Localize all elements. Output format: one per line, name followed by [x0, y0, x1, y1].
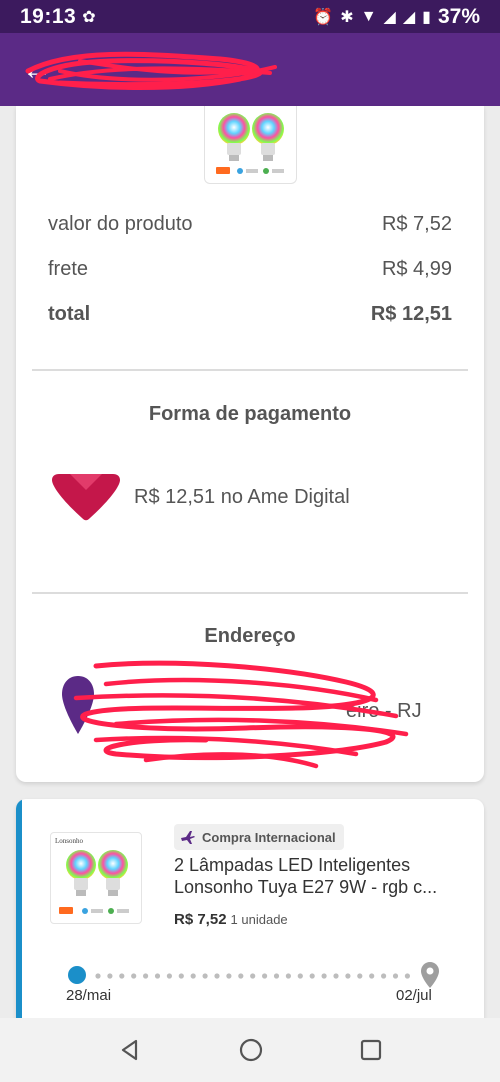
tag-label: Compra Internacional — [202, 829, 336, 845]
order-item-card[interactable]: Lonsonho Compra Internacional 2 Lâmpadas… — [16, 799, 484, 1029]
timeline-dot — [202, 973, 208, 979]
status-bar: 19:13 ✿ ⏰ ✱ ▼ ◢ ◢ ▮ 37% — [0, 0, 500, 33]
timeline-dots — [95, 973, 410, 979]
timeline-dot — [357, 973, 363, 979]
nav-recents-icon[interactable] — [360, 1039, 382, 1061]
status-accent-bar — [16, 799, 22, 1029]
timeline-dot — [178, 973, 184, 979]
timeline-dot — [95, 973, 101, 979]
nav-home-icon[interactable] — [238, 1037, 264, 1063]
status-icons: ⏰ ✱ ▼ ◢ ◢ ▮ 37% — [313, 5, 480, 29]
timeline-end-date: 02/jul — [396, 987, 432, 1004]
notification-icon: ✿ — [82, 8, 96, 26]
timeline-dot — [345, 973, 351, 979]
timeline-dot — [226, 973, 232, 979]
battery-percent: 37% — [437, 4, 480, 28]
address-text: eiro - RJ — [346, 700, 422, 722]
timeline-dot — [250, 973, 256, 979]
item-quantity: 1 unidade — [230, 912, 288, 927]
redaction-scribble — [25, 51, 277, 90]
price-line: R$ 7,52 1 unidade — [174, 911, 288, 928]
item-price: R$ 7,52 — [174, 911, 227, 928]
product-value-label: valor do produto — [48, 213, 193, 235]
bluetooth-icon: ✱ — [340, 8, 354, 26]
timeline-start-dot — [68, 966, 86, 984]
total-label: total — [48, 303, 91, 325]
nav-back-icon[interactable] — [118, 1038, 142, 1062]
divider — [32, 369, 468, 371]
wifi-icon: ▼ — [360, 7, 377, 25]
timeline-dot — [238, 973, 244, 979]
battery-icon: ▮ — [422, 8, 431, 26]
address-section-title: Endereço — [204, 625, 296, 647]
timeline-dot — [285, 973, 291, 979]
signal-icon: ◢ — [383, 8, 396, 26]
timeline-dot — [321, 973, 327, 979]
timeline-start-date: 28/mai — [66, 987, 112, 1004]
timeline-dot — [309, 973, 315, 979]
product-thumbnail — [204, 106, 297, 184]
bulbs-image: Lonsonho — [55, 837, 129, 914]
timeline-dot — [381, 973, 387, 979]
order-summary-card: valor do produto R$ 7,52 frete R$ 4,99 t… — [16, 106, 484, 782]
back-arrow-icon[interactable]: ← — [22, 53, 52, 87]
map-pin-icon — [421, 962, 439, 988]
product-value-row: valor do produto R$ 7,52 — [48, 213, 452, 236]
location-pin-icon — [62, 676, 94, 734]
shipping-row: frete R$ 4,99 — [48, 258, 452, 281]
timeline-dot — [119, 973, 125, 979]
app-bar-title — [70, 57, 76, 83]
app-bar: ← — [0, 33, 500, 106]
timeline-dot — [404, 973, 410, 979]
total-value: R$ 12,51 — [370, 303, 452, 325]
product-value: R$ 7,52 — [381, 213, 452, 235]
payment-section-title: Forma de pagamento — [148, 403, 352, 425]
timeline-dot — [166, 973, 172, 979]
timeline-dot — [131, 973, 137, 979]
timeline-dot — [154, 973, 161, 979]
brand-text: Lonsonho — [55, 837, 84, 845]
divider — [32, 592, 468, 594]
item-thumbnail: Lonsonho — [50, 832, 142, 924]
system-nav-bar — [0, 1018, 500, 1082]
plane-icon — [181, 831, 195, 844]
timeline-dot — [143, 973, 149, 979]
timeline-dot — [297, 973, 303, 979]
timeline-dot — [273, 973, 280, 979]
timeline-dot — [262, 973, 268, 979]
alarm-icon: ⏰ — [313, 8, 334, 26]
timeline-dot — [107, 973, 113, 979]
timeline-dot — [369, 973, 375, 979]
bulbs-image — [215, 112, 284, 174]
total-row: total R$ 12,51 — [48, 303, 452, 326]
signal-icon-2: ◢ — [402, 8, 416, 26]
timeline-dot — [392, 973, 399, 979]
international-purchase-tag: Compra Internacional — [174, 824, 344, 850]
timeline-dot — [214, 973, 220, 979]
shipping-value: R$ 4,99 — [381, 258, 452, 280]
status-time: 19:13 — [20, 4, 77, 28]
product-name[interactable]: 2 Lâmpadas LED Inteligentes Lonsonho Tuy… — [174, 854, 464, 898]
timeline-dot — [333, 973, 339, 979]
payment-description: R$ 12,51 no Ame Digital — [134, 486, 350, 508]
timeline-dot — [190, 973, 196, 979]
shipping-label: frete — [48, 258, 89, 280]
ame-digital-logo — [52, 474, 120, 521]
